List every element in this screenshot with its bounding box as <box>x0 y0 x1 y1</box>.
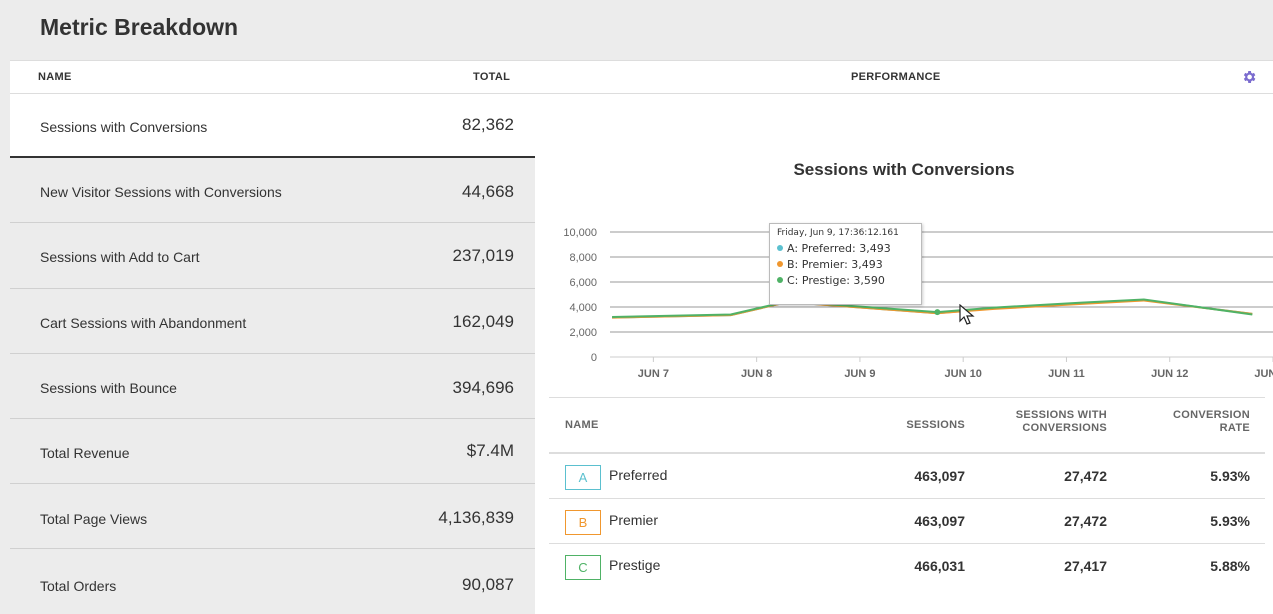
metric-total: 4,136,839 <box>438 508 514 527</box>
metric-list: Sessions with Conversions 82,362 New Vis… <box>10 94 535 614</box>
metric-row-total-page-views[interactable]: Total Page Views 4,136,839 <box>10 484 535 549</box>
row-conversion-rate: 5.93% <box>1210 468 1250 484</box>
header-swc-line1: SESSIONS WITH <box>1015 409 1107 421</box>
x-tick-label: JUN 13 <box>1254 368 1273 379</box>
row-conversion-rate: 5.88% <box>1210 558 1250 574</box>
metric-row-total-revenue[interactable]: Total Revenue $7.4M <box>10 419 535 484</box>
metric-total: 90,087 <box>462 575 514 594</box>
hover-point <box>934 309 941 316</box>
table-row-preferred[interactable]: A Preferred 463,097 27,472 5.93% <box>549 454 1265 499</box>
metric-total: $7.4M <box>466 441 514 460</box>
y-tick-label: 4,000 <box>569 302 597 314</box>
row-sessions: 463,097 <box>914 513 965 529</box>
y-tick-label: 10,000 <box>563 227 597 239</box>
metric-row-sessions-with-conversions[interactable]: Sessions with Conversions 82,362 <box>10 94 535 158</box>
metric-row-total-orders[interactable]: Total Orders 90,087 <box>10 549 535 614</box>
table-header-conversion-rate: CONVERSION RATE <box>1173 409 1250 435</box>
row-sessions-with-conversions: 27,417 <box>1064 558 1107 574</box>
metric-name: Sessions with Conversions <box>40 119 208 135</box>
x-tick-label: JUN 12 <box>1151 368 1188 379</box>
metric-name: Total Orders <box>40 578 117 594</box>
x-tick-label: JUN 9 <box>844 368 875 379</box>
chart-tooltip: Friday, Jun 9, 17:36:12.161 A: Preferred… <box>769 223 922 305</box>
x-tick-label: JUN 11 <box>1048 368 1085 379</box>
metric-name: Sessions with Bounce <box>40 380 177 396</box>
y-tick-label: 6,000 <box>569 277 597 289</box>
header-cr-line1: CONVERSION <box>1173 409 1250 421</box>
metric-row-sessions-with-add-to-cart[interactable]: Sessions with Add to Cart 237,019 <box>10 224 535 289</box>
gear-icon[interactable] <box>1241 69 1257 85</box>
metric-total: 237,019 <box>452 246 514 265</box>
series-a-badge: A <box>565 465 601 490</box>
performance-column-header: PERFORMANCE <box>851 71 941 83</box>
tooltip-header: Friday, Jun 9, 17:36:12.161 <box>777 228 899 238</box>
metric-name: Cart Sessions with Abandonment <box>40 315 247 331</box>
series-b-dot-icon <box>777 261 783 267</box>
header-cr-line2: RATE <box>1219 422 1250 434</box>
row-name: Prestige <box>609 557 661 573</box>
y-tick-label: 2,000 <box>569 327 597 339</box>
table-header-sessions-with-conversions: SESSIONS WITH CONVERSIONS <box>1016 409 1107 435</box>
tooltip-row-c-text: C: Prestige: 3,590 <box>787 274 885 287</box>
metric-total: 44,668 <box>462 182 514 201</box>
metric-row-new-visitor-sessions[interactable]: New Visitor Sessions with Conversions 44… <box>10 158 535 223</box>
x-tick-label: JUN 10 <box>945 368 982 379</box>
metric-row-cart-sessions-abandonment[interactable]: Cart Sessions with Abandonment 162,049 <box>10 289 535 354</box>
column-header-bar: NAME TOTAL PERFORMANCE <box>10 60 1273 94</box>
metric-name: Sessions with Add to Cart <box>40 249 200 265</box>
name-column-header: NAME <box>38 71 72 83</box>
series-c-dot-icon <box>777 277 783 283</box>
metric-row-sessions-with-bounce[interactable]: Sessions with Bounce 394,696 <box>10 354 535 419</box>
series-a-dot-icon <box>777 245 783 251</box>
metric-name: New Visitor Sessions with Conversions <box>40 184 282 200</box>
header-swc-line2: CONVERSIONS <box>1022 422 1107 434</box>
row-sessions-with-conversions: 27,472 <box>1064 513 1107 529</box>
performance-panel: Sessions with Conversions 10,000 8,000 6,0… <box>535 94 1273 614</box>
tooltip-row-b-text: B: Premier: 3,493 <box>787 258 883 271</box>
y-tick-label: 0 <box>591 352 597 364</box>
page-title: Metric Breakdown <box>40 14 239 40</box>
table-row-premier[interactable]: B Premier 463,097 27,472 5.93% <box>549 499 1265 544</box>
row-sessions-with-conversions: 27,472 <box>1064 468 1107 484</box>
tooltip-row-b: B: Premier: 3,493 <box>777 257 921 273</box>
tooltip-row-a: A: Preferred: 3,493 <box>777 241 921 257</box>
metric-name: Total Revenue <box>40 445 130 461</box>
mouse-pointer-icon <box>959 304 975 325</box>
total-column-header: TOTAL <box>473 71 511 83</box>
y-tick-label: 8,000 <box>569 252 597 264</box>
series-b-badge: B <box>565 510 601 535</box>
metric-total: 394,696 <box>452 378 514 397</box>
table-row-prestige[interactable]: C Prestige 466,031 27,417 5.88% <box>549 544 1265 589</box>
x-tick-label: JUN 8 <box>741 368 772 379</box>
metric-total: 82,362 <box>462 115 514 134</box>
table-header-name: NAME <box>565 419 599 431</box>
row-name: Preferred <box>609 467 668 483</box>
chart-title: Sessions with Conversions <box>793 160 1015 179</box>
metric-name: Total Page Views <box>40 511 148 527</box>
row-conversion-rate: 5.93% <box>1210 513 1250 529</box>
tooltip-row-c: C: Prestige: 3,590 <box>777 273 921 289</box>
tooltip-row-a-text: A: Preferred: 3,493 <box>787 242 891 255</box>
series-table: NAME SESSIONS SESSIONS WITH CONVERSIONS … <box>549 397 1265 589</box>
row-name: Premier <box>609 512 659 528</box>
table-header-sessions: SESSIONS <box>906 419 965 431</box>
series-table-header: NAME SESSIONS SESSIONS WITH CONVERSIONS … <box>549 398 1265 454</box>
series-c-badge: C <box>565 555 601 580</box>
x-tick-label: JUN 7 <box>638 368 669 379</box>
row-sessions: 466,031 <box>914 558 965 574</box>
series-line-c <box>612 298 1253 318</box>
metric-total: 162,049 <box>452 312 514 331</box>
row-sessions: 463,097 <box>914 468 965 484</box>
